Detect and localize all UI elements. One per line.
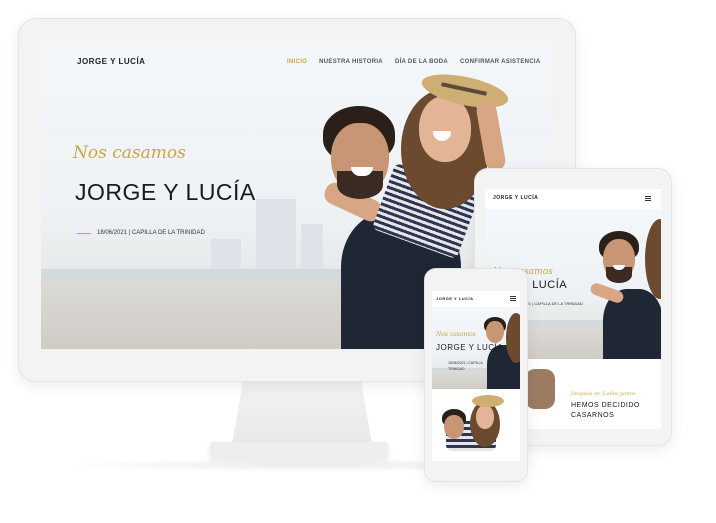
city-building	[256, 198, 296, 269]
city-building	[211, 238, 241, 269]
phone-headline: JORGE Y LUCÍA	[436, 343, 504, 352]
hero-date-text: 18/06/2021 | CAPILLA DE LA TRINIDAD	[97, 230, 205, 236]
nav-nuestra-historia[interactable]: NUESTRA HISTORIA	[319, 59, 383, 65]
story-photo	[525, 369, 555, 409]
hero-dateline: 18/06/2021 | CAPILLA DE LA TRINIDAD	[77, 230, 205, 236]
tablet-dateline: /2021 | CAPILLA DE LA TRINIDAD	[521, 301, 583, 306]
story-title-line1: HEMOS DECIDIDO	[571, 402, 640, 409]
hero-headline: JORGE Y LUCÍA	[75, 179, 256, 205]
tablet-brand[interactable]: JORGE Y LUCÍA	[493, 195, 538, 201]
nav-inicio[interactable]: INICIO	[287, 59, 307, 65]
menu-icon[interactable]	[510, 296, 516, 301]
straw-hat	[472, 395, 504, 407]
woman-hair	[506, 313, 520, 363]
city-building	[301, 223, 323, 269]
phone-date-line1: 18/06/2021 | CAPILLA	[448, 361, 483, 365]
phone-hero: Nos casamos JORGE Y LUCÍA 18/06/2021 | C…	[432, 307, 520, 389]
accent-rule	[77, 232, 91, 234]
hero-script: Nos casamos	[73, 143, 186, 163]
monitor-stand	[232, 380, 372, 444]
woman-face	[419, 96, 471, 162]
site-brand[interactable]: JORGE Y LUCÍA	[77, 57, 145, 66]
story-title-line2: CASARNOS	[571, 412, 615, 419]
phone-screen: JORGE Y LUCÍA Nos casamos JORGE Y LUCÍA …	[432, 291, 520, 461]
phone-date-line2: TRINIDAD	[448, 367, 465, 371]
phone-brand[interactable]: JORGE Y LUCÍA	[436, 296, 473, 301]
woman-face	[476, 405, 494, 429]
story-script: Después de 5 años juntos	[571, 391, 636, 397]
main-nav: INICIO NUESTRA HISTORIA DÍA DE LA BODA C…	[287, 59, 541, 65]
nav-dia-de-la-boda[interactable]: DÍA DE LA BODA	[395, 59, 448, 65]
monitor-base	[210, 442, 388, 458]
man-face	[486, 321, 504, 343]
phone-photo-section	[432, 395, 520, 455]
phone-script: Nos casamos	[436, 331, 476, 338]
phone-device: JORGE Y LUCÍA Nos casamos JORGE Y LUCÍA …	[424, 268, 528, 482]
man-face	[444, 415, 464, 439]
menu-icon[interactable]	[645, 196, 651, 201]
nav-confirmar-asistencia[interactable]: CONFIRMAR ASISTENCIA	[460, 59, 540, 65]
